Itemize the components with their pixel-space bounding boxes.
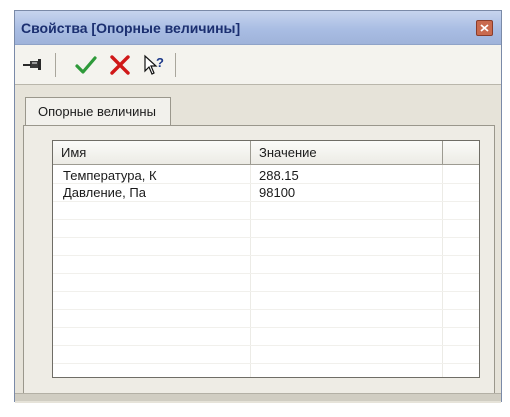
window-title: Свойства [Опорные величины]: [21, 20, 241, 36]
tab-reference-values[interactable]: Опорные величины: [25, 97, 171, 125]
cancel-button[interactable]: [107, 53, 133, 77]
grid-line: [53, 291, 479, 292]
title-bar[interactable]: Свойства [Опорные величины]: [15, 11, 501, 45]
table-header: Имя Значение: [53, 141, 479, 165]
tab-panel: Имя Значение Температура, К 288.15 Давле…: [23, 125, 495, 395]
pin-icon: [23, 59, 41, 70]
row-value[interactable]: 98100: [259, 184, 295, 202]
svg-text:?: ?: [156, 55, 164, 70]
help-button[interactable]: ?: [141, 53, 167, 77]
column-header-name[interactable]: Имя: [53, 141, 251, 164]
grid-line: [53, 255, 479, 256]
grid-line: [53, 345, 479, 346]
pin-button[interactable]: [21, 53, 47, 77]
checkmark-icon: [75, 56, 97, 74]
help-icon: ?: [144, 54, 164, 75]
grid-line: [53, 327, 479, 328]
toolbar-separator: [175, 53, 176, 77]
cross-icon: [110, 55, 130, 75]
content-area: Опорные величины Имя Значение Температур…: [15, 85, 501, 403]
grid-line: [53, 363, 479, 364]
row-name: Температура, К: [63, 168, 157, 183]
close-button[interactable]: [476, 20, 493, 36]
properties-table: Имя Значение Температура, К 288.15 Давле…: [52, 140, 480, 378]
table-row[interactable]: Температура, К 288.15: [53, 167, 479, 185]
column-header-value[interactable]: Значение: [251, 141, 443, 164]
close-icon: [480, 24, 489, 32]
toolbar-separator: [55, 53, 56, 77]
grid-line: [53, 219, 479, 220]
toolbar: ?: [15, 45, 501, 85]
status-bar: [15, 393, 501, 401]
grid-line: [53, 309, 479, 310]
grid-line: [53, 237, 479, 238]
row-value[interactable]: 288.15: [259, 167, 299, 185]
properties-window: Свойства [Опорные величины] ? Опорные ве…: [14, 10, 502, 403]
grid-line: [53, 273, 479, 274]
row-name: Давление, Па: [63, 185, 146, 200]
table-row[interactable]: Давление, Па 98100: [53, 184, 479, 202]
apply-button[interactable]: [73, 53, 99, 77]
